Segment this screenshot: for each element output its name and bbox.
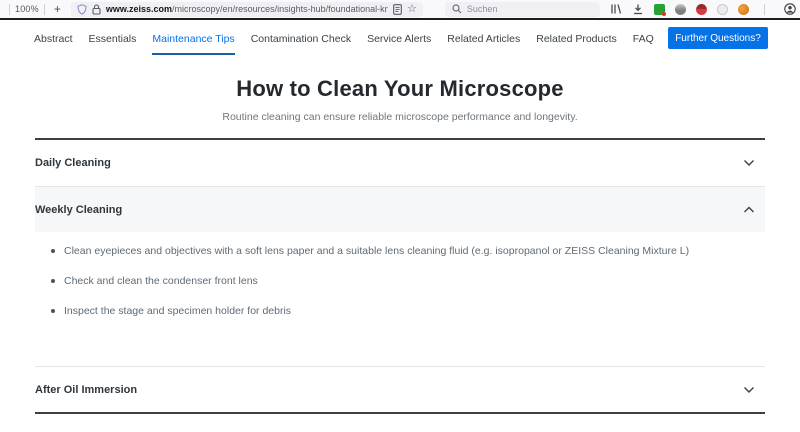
- url-text: www.zeiss.com/microscopy/en/resources/in…: [106, 4, 388, 14]
- reader-view-icon[interactable]: [393, 4, 402, 15]
- new-tab-button[interactable]: +: [50, 2, 65, 16]
- page-subtitle: Routine cleaning can ensure reliable mic…: [0, 111, 800, 123]
- browser-search-bar[interactable]: [445, 2, 600, 17]
- chevron-down-icon: [743, 386, 755, 394]
- tab-service-alerts[interactable]: Service Alerts: [367, 33, 431, 55]
- zoom-level-indicator[interactable]: 100%: [15, 4, 39, 14]
- accordion-daily-cleaning[interactable]: Daily Cleaning: [35, 140, 765, 186]
- article-header: How to Clean Your Microscope Routine cle…: [0, 76, 800, 123]
- browser-signin[interactable]: Anmelden: [784, 3, 800, 15]
- extension-icon-gray[interactable]: [675, 4, 686, 15]
- list-item: Check and clean the condenser front lens: [50, 275, 745, 287]
- toolbar-divider: [9, 4, 10, 15]
- extension-icon-pale[interactable]: [717, 4, 728, 15]
- search-icon: [452, 4, 462, 14]
- toolbar-divider: [44, 4, 45, 15]
- tab-related-articles[interactable]: Related Articles: [447, 33, 520, 55]
- extension-icon-orange[interactable]: [738, 4, 749, 15]
- bookmark-star-icon[interactable]: ☆: [407, 4, 417, 15]
- accordion-label: Daily Cleaning: [35, 157, 111, 169]
- chevron-down-icon: [743, 159, 755, 167]
- page-title: How to Clean Your Microscope: [0, 76, 800, 102]
- toolbar-divider: [764, 4, 765, 15]
- lock-icon[interactable]: [92, 4, 101, 15]
- weekly-cleaning-list: Clean eyepieces and objectives with a so…: [50, 245, 745, 317]
- tab-related-products[interactable]: Related Products: [536, 33, 617, 55]
- list-item: Inspect the stage and specimen holder fo…: [50, 305, 745, 317]
- browser-search-input[interactable]: [467, 4, 587, 14]
- tab-maintenance-tips[interactable]: Maintenance Tips: [152, 33, 234, 55]
- accordion-label: Weekly Cleaning: [35, 204, 122, 216]
- cleaning-accordion: Daily Cleaning Weekly Cleaning Clean eye…: [35, 138, 765, 414]
- accordion-after-oil-immersion[interactable]: After Oil Immersion: [35, 366, 765, 412]
- tracking-protection-shield-icon[interactable]: [77, 4, 87, 15]
- url-domain: www.zeiss.com: [106, 4, 172, 14]
- article-nav: Abstract Essentials Maintenance Tips Con…: [0, 20, 800, 57]
- tab-contamination-check[interactable]: Contamination Check: [251, 33, 351, 55]
- library-icon[interactable]: [610, 3, 622, 15]
- accordion-label: After Oil Immersion: [35, 384, 137, 396]
- browser-toolbar: 100% + www.zeiss.com/microscopy/en/resou…: [0, 0, 800, 20]
- toolbar-extension-area: Anmelden: [600, 3, 800, 15]
- chevron-up-icon: [743, 206, 755, 214]
- accordion-weekly-cleaning[interactable]: Weekly Cleaning: [35, 186, 765, 232]
- tab-faq[interactable]: FAQ: [633, 33, 654, 55]
- list-item: Clean eyepieces and objectives with a so…: [50, 245, 745, 257]
- extension-icon-green[interactable]: [654, 4, 665, 15]
- tab-abstract[interactable]: Abstract: [34, 33, 73, 55]
- download-icon[interactable]: [632, 3, 644, 15]
- address-bar[interactable]: www.zeiss.com/microscopy/en/resources/in…: [71, 2, 423, 17]
- extension-icon-red[interactable]: [696, 4, 707, 15]
- weekly-cleaning-content: Clean eyepieces and objectives with a so…: [35, 232, 765, 366]
- further-questions-button[interactable]: Further Questions?: [668, 27, 768, 49]
- url-path: /microscopy/en/resources/insights-hub/fo…: [172, 4, 388, 14]
- account-icon: [784, 3, 796, 15]
- tab-essentials[interactable]: Essentials: [89, 33, 137, 55]
